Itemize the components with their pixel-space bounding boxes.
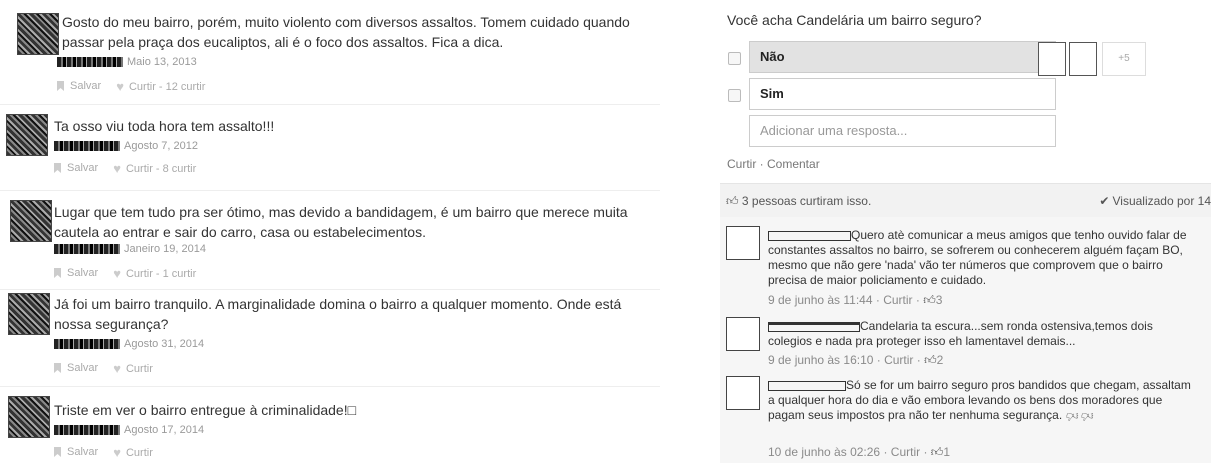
likes-summary[interactable]: 👍︎ 3 pessoas curtiram isso. [726, 194, 871, 209]
review-text: Lugar que tem tudo pra ser ótimo, mas de… [54, 204, 628, 240]
poll-option-checkbox[interactable] [728, 52, 741, 65]
comment-meta: 9 de junho às 16:10 · Curtir · 👍︎2 [768, 353, 944, 367]
comment-like-button[interactable]: Curtir [883, 293, 912, 307]
divider [0, 289, 660, 290]
bookmark-icon [54, 163, 61, 173]
reviews-panel: Gosto do meu bairro, porém, muito violen… [0, 0, 665, 463]
comment-like-button[interactable]: Curtir [891, 445, 920, 459]
review-date: Agosto 7, 2012 [124, 140, 199, 152]
poll-question: Você acha Candelária um bairro seguro? [727, 12, 982, 28]
reviewer-name-redacted [54, 244, 120, 255]
comment-like-button[interactable]: Curtir [884, 353, 913, 367]
comment-like-count[interactable]: 3 [936, 293, 943, 307]
like-button[interactable]: ♥ Curtir - 1 curtir [113, 266, 196, 281]
review-date: Agosto 17, 2014 [124, 424, 205, 436]
comment-like-count[interactable]: 1 [943, 445, 950, 459]
review-text: Já foi um bairro tranquilo. A marginalid… [54, 296, 622, 332]
comment-meta: 10 de junho às 02:26 · Curtir · 👍︎1 [768, 445, 951, 459]
divider [0, 104, 660, 105]
divider [0, 190, 660, 191]
review-actions: Salvar ♥ Curtir - 12 curtir [57, 80, 217, 94]
thumbs-down-icon[interactable]: 👍︎ [1066, 408, 1079, 423]
bookmark-icon [54, 447, 61, 457]
thumbs-up-icon: 👍︎ [930, 445, 944, 459]
review-meta: Agosto 7, 2012 [54, 140, 198, 152]
heart-icon: ♥ [113, 266, 121, 281]
like-button[interactable]: ♥ Curtir [113, 361, 153, 376]
thumbs-up-icon: 👍︎ [923, 293, 936, 307]
comment-avatar[interactable] [726, 226, 760, 260]
heart-icon: ♥ [116, 79, 124, 94]
review-actions: Salvar ♥ Curtir - 1 curtir [54, 267, 208, 281]
comment-text: Candelaria ta escura...sem ronda ostensi… [768, 319, 1153, 348]
seen-by[interactable]: ✔ Visualizado por 14 [1099, 194, 1211, 208]
save-button[interactable]: Salvar [54, 446, 98, 458]
more-voters-badge[interactable]: +5 [1102, 42, 1146, 76]
comment-avatar[interactable] [726, 317, 760, 351]
reviewer-name-redacted [54, 339, 120, 350]
review-meta: Janeiro 19, 2014 [54, 243, 206, 255]
avatar[interactable] [10, 200, 52, 242]
save-button[interactable]: Salvar [54, 362, 98, 374]
divider [0, 386, 660, 387]
avatar[interactable] [6, 114, 48, 156]
review-actions: Salvar ♥ Curtir - 8 curtir [54, 162, 208, 176]
add-answer-input[interactable]: Adicionar uma resposta... [749, 115, 1056, 147]
review-date: Agosto 31, 2014 [124, 338, 205, 350]
poll-option-nao[interactable]: Não [749, 41, 1056, 73]
comment-avatar[interactable] [726, 376, 760, 410]
save-button[interactable]: Salvar [54, 162, 98, 174]
heart-icon: ♥ [113, 445, 121, 460]
like-button[interactable]: ♥ Curtir - 8 curtir [113, 161, 196, 176]
review-date: Maio 13, 2013 [127, 56, 197, 68]
review-meta: Agosto 31, 2014 [54, 338, 204, 350]
poll-option-checkbox[interactable] [728, 89, 741, 102]
comment-text: Só se for um bairro seguro pros bandidos… [768, 378, 1191, 423]
commenter-name-redacted[interactable] [768, 321, 860, 332]
review-date: Janeiro 19, 2014 [124, 243, 206, 255]
comment-like-count[interactable]: 2 [937, 353, 944, 367]
thumbs-down-icon[interactable]: 👍︎ [1081, 408, 1094, 423]
commenter-name-redacted[interactable] [768, 380, 846, 391]
bookmark-icon [54, 363, 61, 373]
save-button[interactable]: Salvar [57, 80, 101, 92]
avatar[interactable] [8, 293, 50, 335]
thumbs-up-icon: 👍︎ [726, 194, 739, 208]
like-button[interactable]: ♥ Curtir [113, 445, 153, 460]
save-button[interactable]: Salvar [54, 267, 98, 279]
bookmark-icon [54, 268, 61, 278]
voter-avatar[interactable] [1038, 42, 1066, 76]
review-actions: Salvar ♥ Curtir [54, 362, 165, 376]
comment-text: Quero atè comunicar a meus amigos que te… [768, 228, 1187, 287]
avatar[interactable] [17, 13, 59, 55]
voter-avatar[interactable] [1069, 42, 1097, 76]
bookmark-icon [57, 81, 64, 91]
review-text: Triste em ver o bairro entregue à crimin… [54, 402, 357, 418]
review-text: Ta osso viu toda hora tem assalto!!! [54, 118, 275, 134]
facebook-poll-panel: Você acha Candelária um bairro seguro? N… [720, 0, 1211, 463]
reviewer-name-redacted [54, 425, 120, 436]
like-button[interactable]: ♥ Curtir - 12 curtir [116, 79, 205, 94]
thumbs-up-icon: 👍︎ [924, 353, 937, 367]
heart-icon: ♥ [113, 161, 121, 176]
like-comment-links[interactable]: Curtir · Comentar [727, 157, 820, 171]
check-icon: ✔ [1099, 194, 1110, 208]
review-actions: Salvar ♥ Curtir [54, 446, 165, 460]
comment-meta: 9 de junho às 11:44 · Curtir · 👍︎3 [768, 293, 943, 307]
heart-icon: ♥ [113, 361, 121, 376]
review-meta: Maio 13, 2013 [57, 56, 197, 68]
review-text: Gosto do meu bairro, porém, muito violen… [62, 14, 630, 50]
avatar[interactable] [8, 396, 50, 438]
review-meta: Agosto 17, 2014 [54, 424, 204, 436]
commenter-name-redacted[interactable] [768, 230, 851, 241]
likes-summary-bar: 👍︎ 3 pessoas curtiram isso. ✔ Visualizado… [720, 183, 1211, 218]
reviewer-name-redacted [54, 141, 120, 152]
poll-option-sim[interactable]: Sim [749, 78, 1056, 110]
reviewer-name-redacted [57, 57, 123, 68]
